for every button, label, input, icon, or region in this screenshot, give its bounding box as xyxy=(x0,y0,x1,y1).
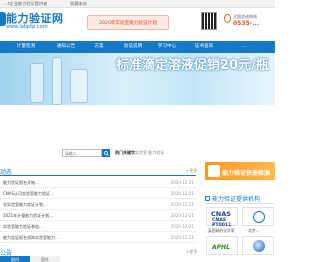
news-item-title: 能力验证报名开始... xyxy=(3,180,39,185)
provider-logo[interactable] xyxy=(242,236,274,255)
promo-icon xyxy=(208,165,220,177)
provider-logo-cnas[interactable]: CNAS CNAS PT0011 xyxy=(206,207,238,228)
provider-logo[interactable] xyxy=(242,207,274,226)
provider-name: 北京... xyxy=(248,228,260,233)
news-item-title: CNAS认可实验室能力验证... xyxy=(3,191,54,196)
tab-domestic[interactable]: 国内 xyxy=(0,256,30,262)
provider-icon xyxy=(205,196,210,201)
bookmark-link[interactable]: 收藏本站 xyxy=(70,1,87,7)
provider-badge: CNAS PT0011 xyxy=(212,218,232,228)
news-item[interactable]: 能力验证报名须知实验室能力... 2020-12-21 xyxy=(0,232,196,243)
phone-icon xyxy=(224,14,231,23)
flask-image xyxy=(30,63,44,103)
globe-icon xyxy=(253,240,265,252)
news-item-title: 2021年计量能力验证计划... xyxy=(3,213,53,218)
nav-item-certificate[interactable]: 证书查询 xyxy=(188,41,220,53)
announcements-more-link[interactable]: +更多 xyxy=(186,249,197,255)
news-item[interactable]: 实验室能力验证参加... 2020-12-21 xyxy=(0,221,196,232)
qr-code-icon xyxy=(201,12,217,30)
nav-item-metrology[interactable]: 计量检测 xyxy=(12,41,40,53)
header-ad-text: 2020年实验室能力验证计划 xyxy=(99,21,157,26)
hot-keywords-links[interactable]: 实验室 能力验证 ... xyxy=(135,150,169,156)
news-item[interactable]: CNAS认可实验室能力验证... 2020-12-21 xyxy=(0,188,196,199)
hero-headline: 标准滴定溶液促销20元/瓶 xyxy=(116,58,269,73)
news-item-date: 2020-12-21 xyxy=(170,202,194,207)
news-item-date: 2020-12-21 xyxy=(170,191,194,196)
news-item[interactable]: 能力验证报名开始... 2020-12-21 xyxy=(0,177,196,188)
divider xyxy=(0,175,196,176)
news-item-date: 2020-12-21 xyxy=(170,180,194,185)
provider-logo-aphl[interactable]: APHL xyxy=(206,236,238,255)
providers-title: 能力验证提供机构 xyxy=(212,196,261,203)
nav-item-learning[interactable]: 学习中心 xyxy=(152,41,182,53)
news-item-title: 学实验室能力验证计划... xyxy=(3,202,47,207)
topbar-left-text: ...t企业能力验证提供者 xyxy=(4,1,48,6)
flask-image xyxy=(70,69,88,103)
nav-item-notices[interactable]: 通知公告 xyxy=(52,41,80,53)
provider-badge: APHL xyxy=(212,244,230,251)
news-item-title: 能力验证报名须知实验室能力... xyxy=(3,235,59,240)
promo-text: 能力验证快速检测 xyxy=(222,170,271,177)
header-ad-banner[interactable]: 2020年实验室能力验证计划 xyxy=(87,15,169,30)
news-item[interactable]: 学实验室能力验证计划... 2020-12-21 xyxy=(0,199,196,210)
provider-emblem-icon xyxy=(253,211,265,223)
hero-banner[interactable]: 标准滴定溶液促销20元/瓶 xyxy=(0,53,275,105)
search-icon xyxy=(103,150,109,156)
news-item-date: 2020-12-21 xyxy=(170,235,194,240)
top-info-bar: ...t企业能力验证提供者 收藏本站 xyxy=(0,0,275,8)
news-item-date: 2020-12-21 xyxy=(170,213,194,218)
divider xyxy=(205,203,275,204)
search-button[interactable] xyxy=(102,149,110,157)
nav-item-schemes[interactable]: 方案 xyxy=(88,41,110,53)
search-input[interactable] xyxy=(62,149,102,157)
cnas-logo-text: CNAS xyxy=(211,210,231,218)
hotline-number: 0535-... xyxy=(233,20,260,27)
main-nav: 计量检测 通知公告 方案 验证说明 学习中心 证书查询 ... xyxy=(0,41,275,53)
news-item-date: 2020-12-21 xyxy=(170,224,194,229)
nav-item-guide[interactable]: 验证说明 xyxy=(118,41,148,53)
news-item[interactable]: 2021年计量能力验证计划... 2020-12-21 xyxy=(0,210,196,221)
flask-image xyxy=(52,57,62,105)
nav-item-more[interactable]: ... xyxy=(226,41,262,53)
provider-name: 英国政府化学家 xyxy=(208,228,235,233)
site-url: www.labptp.com xyxy=(6,24,48,30)
news-item-title: 实验室能力验证参加... xyxy=(3,224,43,229)
tab-foreign[interactable]: 国外 xyxy=(30,256,60,262)
news-more-link[interactable]: +更多 xyxy=(186,168,197,174)
